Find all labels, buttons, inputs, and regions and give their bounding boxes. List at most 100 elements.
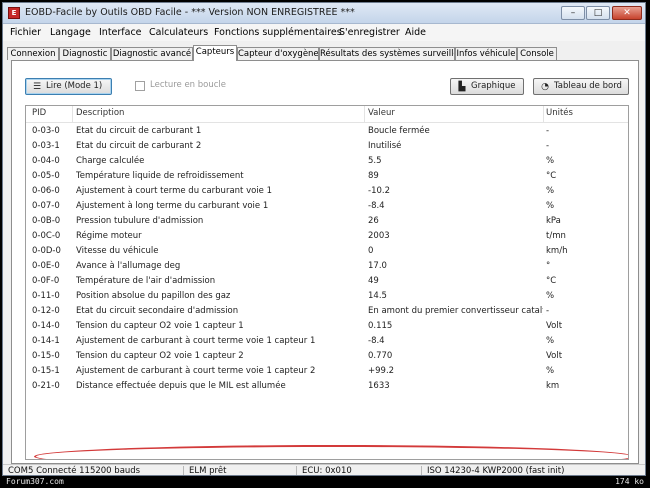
description-cell: Ajustement à court terme du carburant vo…	[76, 186, 273, 196]
value-cell: -8.4	[368, 336, 385, 346]
header-pid[interactable]: PID	[32, 108, 46, 118]
table-row[interactable]: 0-12-0 Etat du circuit secondaire d'admis…	[26, 304, 628, 318]
status-ecu: ECU: 0x010	[302, 466, 352, 476]
description-cell: Distance effectuée depuis que le MIL est…	[76, 381, 286, 391]
app-icon: E	[8, 7, 20, 19]
app-window: E EOBD-Facile by Outils OBD Facile - ***…	[2, 2, 646, 476]
table-row[interactable]: 0-0E-0 Avance à l'allumage deg 17.0 °	[26, 259, 628, 273]
tab-capteur-oxygene[interactable]: Capteur d'oxygène	[237, 47, 319, 60]
menu-calculateurs[interactable]: Calculateurs	[149, 27, 208, 38]
table-row[interactable]: 0-03-0 Etat du circuit de carburant 1 Bouc…	[26, 124, 628, 138]
value-cell: Inutilisé	[368, 141, 402, 151]
tab-diagnostic-avance[interactable]: Diagnostic avancé	[111, 47, 193, 60]
minimize-button[interactable]: –	[561, 6, 585, 20]
unit-cell: Volt	[546, 351, 563, 361]
description-cell: Température liquide de refroidissement	[76, 171, 244, 181]
graph-button[interactable]: ▙ Graphique	[450, 78, 524, 95]
tab-console[interactable]: Console	[517, 47, 557, 60]
menu-enregistrer[interactable]: S'enregistrer	[339, 27, 400, 38]
highlight-ellipse	[34, 445, 628, 459]
table-row[interactable]: 0-07-0 Ajustement à long terme du carbura…	[26, 199, 628, 213]
unit-cell: kPa	[546, 216, 561, 226]
menu-fichier[interactable]: Fichier	[10, 27, 41, 38]
tab-resultats-systemes[interactable]: Résultats des systèmes surveillés	[319, 47, 455, 60]
pid-cell: 0-14-1	[32, 336, 60, 346]
tab-capteurs[interactable]: Capteurs	[193, 45, 237, 61]
loop-label: Lecture en boucle	[150, 80, 227, 90]
description-cell: Ajustement de carburant à court terme vo…	[76, 336, 316, 346]
table-row[interactable]: 0-14-0 Tension du capteur O2 voie 1 capte…	[26, 319, 628, 333]
dashboard-button[interactable]: ◔ Tableau de bord	[533, 78, 629, 95]
value-cell: 17.0	[368, 261, 387, 271]
dashboard-label: Tableau de bord	[554, 81, 622, 91]
unit-cell: km	[546, 381, 560, 391]
maximize-button[interactable]: □	[586, 6, 610, 20]
menu-fonctions[interactable]: Fonctions supplémentaires	[214, 27, 342, 38]
tab-diagnostic[interactable]: Diagnostic	[59, 47, 111, 60]
list-icon: ☰	[32, 82, 42, 92]
pid-cell: 0-0D-0	[32, 246, 61, 256]
table-row[interactable]: 0-0B-0 Pression tubulure d'admission 26 kPa	[26, 214, 628, 228]
gauge-icon: ◔	[541, 82, 549, 92]
tab-infos-vehicule[interactable]: Infos véhicule	[455, 47, 517, 60]
column-divider[interactable]	[72, 106, 73, 122]
value-cell: -10.2	[368, 186, 390, 196]
table-row[interactable]: 0-14-1 Ajustement de carburant à court te…	[26, 334, 628, 348]
pid-cell: 0-04-0	[32, 156, 60, 166]
loop-checkbox[interactable]	[135, 81, 145, 91]
table-row[interactable]: 0-11-0 Position absolue du papillon des g…	[26, 289, 628, 303]
value-cell: 26	[368, 216, 379, 226]
description-cell: Charge calculée	[76, 156, 145, 166]
description-cell: Ajustement de carburant à court terme vo…	[76, 366, 316, 376]
value-cell: 5.5	[368, 156, 382, 166]
pid-cell: 0-06-0	[32, 186, 60, 196]
unit-cell: -	[546, 126, 550, 136]
table-row[interactable]: 0-0C-0 Régime moteur 2003 t/mn	[26, 229, 628, 243]
footer-site: Forum307.com	[6, 477, 64, 486]
unit-cell: °	[546, 261, 551, 271]
pid-cell: 0-0F-0	[32, 276, 60, 286]
table-row[interactable]: 0-21-0 Distance effectuée depuis que le M…	[26, 379, 628, 393]
column-divider[interactable]	[543, 106, 544, 122]
unit-cell: t/mn	[546, 231, 566, 241]
menu-langage[interactable]: Langage	[50, 27, 91, 38]
pid-cell: 0-0B-0	[32, 216, 61, 226]
close-button[interactable]: ✕	[612, 6, 642, 20]
description-cell: Tension du capteur O2 voie 1 capteur 1	[76, 321, 244, 331]
status-bar: COM5 Connecté 115200 bauds ELM prêt ECU:…	[3, 464, 645, 476]
graph-label: Graphique	[471, 81, 516, 91]
description-cell: Régime moteur	[76, 231, 142, 241]
header-unites[interactable]: Unités	[546, 108, 573, 118]
bar-chart-icon: ▙	[458, 82, 466, 92]
read-mode1-label: Lire (Mode 1)	[46, 81, 103, 91]
description-cell: Pression tubulure d'admission	[76, 216, 204, 226]
table-row[interactable]: 0-0D-0 Vitesse du véhicule 0 km/h	[26, 244, 628, 258]
status-connection: COM5 Connecté 115200 bauds	[8, 466, 141, 476]
description-cell: Etat du circuit de carburant 1	[76, 126, 202, 136]
menu-interface[interactable]: Interface	[99, 27, 142, 38]
value-cell: 0.770	[368, 351, 393, 361]
title-bar: E EOBD-Facile by Outils OBD Facile - ***…	[3, 3, 645, 24]
unit-cell: %	[546, 156, 555, 166]
table-row[interactable]: 0-0F-0 Température de l'air d'admission 49…	[26, 274, 628, 288]
tab-connexion[interactable]: Connexion	[7, 47, 59, 60]
header-description[interactable]: Description	[76, 108, 124, 118]
unit-cell: °C	[546, 171, 557, 181]
value-cell: En amont du premier convertisseur cataly…	[368, 306, 543, 316]
column-divider[interactable]	[364, 106, 365, 122]
status-divider	[183, 466, 184, 475]
value-cell: 1633	[368, 381, 390, 391]
table-row[interactable]: 0-04-0 Charge calculée 5.5%	[26, 154, 628, 168]
table-row[interactable]: 0-05-0 Température liquide de refroidisse…	[26, 169, 628, 183]
description-cell: Température de l'air d'admission	[76, 276, 216, 286]
table-row[interactable]: 0-03-1 Etat du circuit de carburant 2 Inut…	[26, 139, 628, 153]
read-mode1-button[interactable]: ☰ Lire (Mode 1)	[25, 78, 112, 95]
menu-aide[interactable]: Aide	[405, 27, 426, 38]
image-footer: Forum307.com 174 ko	[0, 477, 650, 488]
table-row[interactable]: 0-15-1 Ajustement de carburant à court te…	[26, 364, 628, 378]
value-cell: 89	[368, 171, 379, 181]
table-row[interactable]: 0-15-0 Tension du capteur O2 voie 1 capte…	[26, 349, 628, 363]
table-row[interactable]: 0-06-0 Ajustement à court terme du carbur…	[26, 184, 628, 198]
unit-cell: %	[546, 201, 555, 211]
header-valeur[interactable]: Valeur	[368, 108, 395, 118]
